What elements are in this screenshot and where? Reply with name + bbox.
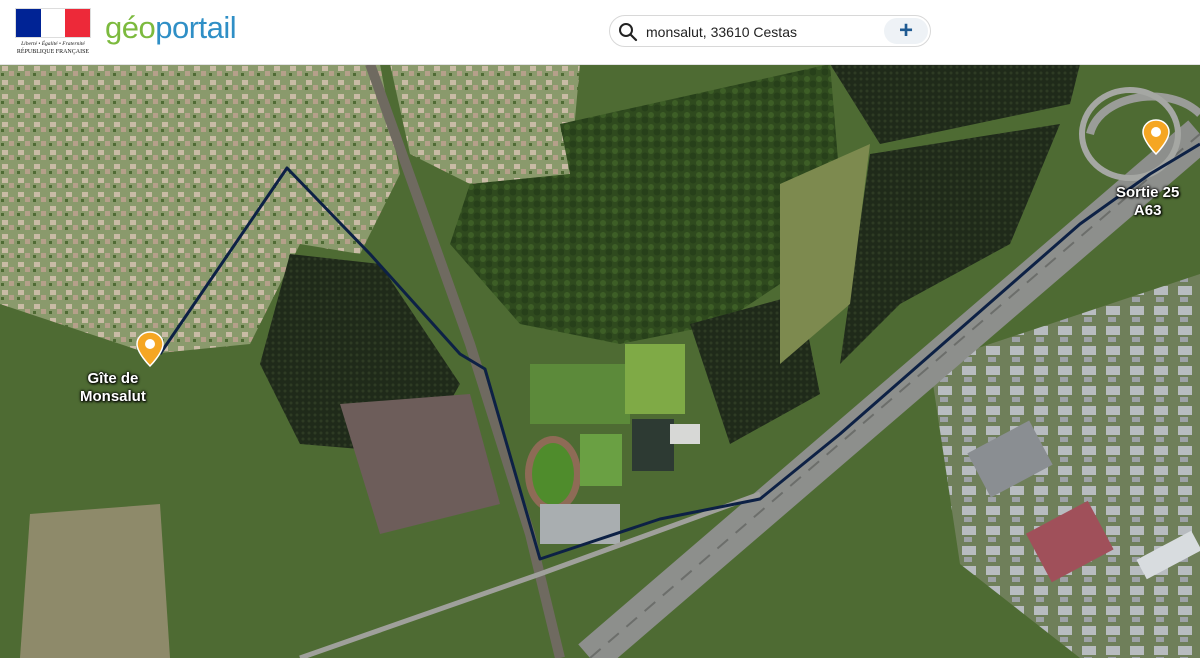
geoportail-logo[interactable]: géoportail: [105, 10, 237, 46]
plus-icon[interactable]: +: [884, 18, 928, 44]
marker-gite-icon[interactable]: [136, 331, 164, 367]
header-bar: Liberté • Égalité • Fraternité RÉPUBLIQU…: [0, 0, 1200, 65]
republic-motto: Liberté • Égalité • Fraternité: [21, 41, 85, 47]
logo-portail-text: portail: [155, 10, 237, 45]
republique-francaise-logo[interactable]: Liberté • Égalité • Fraternité RÉPUBLIQU…: [15, 8, 93, 58]
search-input[interactable]: [644, 20, 886, 44]
satellite-imagery[interactable]: [0, 64, 1200, 658]
marker-sortie-label: Sortie 25 A63: [1116, 184, 1180, 219]
map-view[interactable]: Gîte de Monsalut Sortie 25 A63: [0, 64, 1200, 658]
marker-sortie-icon[interactable]: [1142, 119, 1170, 155]
search-icon[interactable]: [618, 22, 638, 42]
logo-geo-text: géo: [105, 10, 156, 45]
search-bar: +: [609, 15, 931, 47]
marker-gite-label: Gîte de Monsalut: [80, 370, 146, 405]
republic-name: RÉPUBLIQUE FRANÇAISE: [16, 49, 90, 55]
french-flag-icon: [15, 8, 91, 38]
